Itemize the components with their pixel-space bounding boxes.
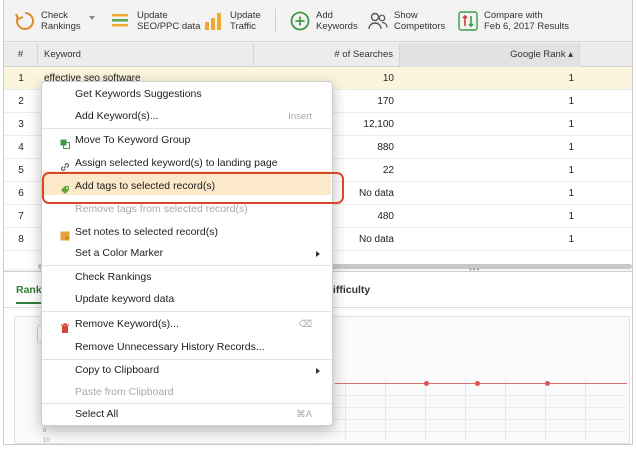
shortcut-label: Insert bbox=[288, 111, 312, 122]
toolbar-divider bbox=[275, 9, 276, 33]
column-header-keyword[interactable]: Keyword bbox=[38, 43, 254, 67]
rank-cell: 1 bbox=[568, 188, 574, 199]
menu-separator bbox=[42, 128, 332, 129]
menu-item-label: Remove Unnecessary History Records... bbox=[75, 341, 265, 353]
grid-line bbox=[505, 379, 506, 441]
row-number: 7 bbox=[18, 211, 24, 222]
compare-results-button[interactable]: Compare with Feb 6, 2017 Results bbox=[457, 7, 569, 35]
grid-line bbox=[57, 431, 627, 432]
update-traffic-button[interactable]: Update Traffic bbox=[203, 7, 261, 35]
rank-cell: 1 bbox=[568, 73, 574, 84]
plus-circle-icon bbox=[289, 10, 311, 32]
note-icon bbox=[60, 228, 70, 241]
compare-arrows-icon bbox=[457, 10, 479, 32]
context-menu: Get Keywords Suggestions Add Keyword(s).… bbox=[41, 81, 333, 426]
menu-item-assign-landing-page[interactable]: Assign selected keyword(s) to landing pa… bbox=[42, 153, 332, 174]
rank-data-point[interactable] bbox=[545, 381, 550, 386]
row-number: 1 bbox=[18, 73, 24, 84]
y-tick-label: 8 bbox=[43, 428, 47, 434]
menu-item-label: Set notes to selected record(s) bbox=[75, 226, 218, 238]
menu-item-update-keyword-data[interactable]: Update keyword data bbox=[42, 289, 332, 310]
submenu-arrow-icon bbox=[316, 368, 320, 374]
menu-item-check-rankings[interactable]: Check Rankings bbox=[42, 267, 332, 288]
rank-cell: 1 bbox=[568, 165, 574, 176]
link-icon bbox=[60, 159, 70, 171]
menu-item-label: Paste from Clipboard bbox=[75, 386, 174, 398]
update-seo-ppc-button[interactable]: Update SEO/PPC data bbox=[110, 7, 200, 35]
check-rankings-button[interactable]: Check Rankings bbox=[14, 7, 81, 35]
add-keywords-label: Add Keywords bbox=[316, 10, 358, 32]
update-traffic-label: Update Traffic bbox=[230, 10, 261, 32]
rank-cell: 1 bbox=[568, 211, 574, 222]
row-number: 4 bbox=[18, 142, 24, 153]
rank-data-point[interactable] bbox=[424, 381, 429, 386]
menu-item-label: Get Keywords Suggestions bbox=[75, 88, 202, 100]
move-group-icon bbox=[60, 136, 70, 149]
update-seo-ppc-label: Update SEO/PPC data bbox=[137, 10, 201, 32]
trash-icon bbox=[60, 320, 70, 333]
grid-line bbox=[425, 379, 426, 441]
menu-item-label: Assign selected keyword(s) to landing pa… bbox=[75, 157, 278, 169]
menu-item-remove-history[interactable]: Remove Unnecessary History Records... bbox=[42, 337, 332, 358]
rank-cell: 1 bbox=[568, 96, 574, 107]
y-tick-label: 10 bbox=[43, 438, 50, 444]
menu-item-select-all[interactable]: Select All ⌘A bbox=[42, 404, 332, 425]
menu-item-label: Add Keyword(s)... bbox=[75, 110, 159, 122]
show-competitors-label: Show Competitors bbox=[394, 10, 446, 32]
menu-item-paste-from-clipboard[interactable]: Paste from Clipboard bbox=[42, 382, 332, 403]
menu-item-move-to-keyword-group[interactable]: Move To Keyword Group bbox=[42, 130, 332, 151]
row-number: 2 bbox=[18, 96, 24, 107]
menu-item-set-color-marker[interactable]: Set a Color Marker bbox=[42, 243, 332, 264]
grid-line bbox=[585, 379, 586, 441]
rank-data-point[interactable] bbox=[475, 381, 480, 386]
menu-item-label: Move To Keyword Group bbox=[75, 134, 191, 146]
shortcut-label: ⌘A bbox=[296, 409, 312, 420]
menu-item-label: Remove tags from selected record(s) bbox=[75, 203, 248, 215]
menu-item-label: Select All bbox=[75, 408, 119, 420]
chevron-down-icon[interactable] bbox=[89, 16, 95, 20]
menu-item-label: Check Rankings bbox=[75, 271, 152, 283]
row-number: 8 bbox=[18, 234, 24, 245]
row-number: 6 bbox=[18, 188, 24, 199]
menu-item-label: Set a Color Marker bbox=[75, 247, 164, 259]
row-number: 3 bbox=[18, 119, 24, 130]
menu-item-set-notes[interactable]: Set notes to selected record(s) bbox=[42, 222, 332, 243]
grid-line bbox=[385, 379, 386, 441]
menu-item-label: Copy to Clipboard bbox=[75, 364, 160, 376]
row-number: 5 bbox=[18, 165, 24, 176]
submenu-arrow-icon bbox=[316, 251, 320, 257]
table-header: # Keyword # of Searches Google Rank ▴ bbox=[4, 43, 632, 67]
check-rankings-label: Check Rankings bbox=[41, 10, 81, 32]
highlight-callout bbox=[42, 172, 344, 204]
bars-icon bbox=[110, 10, 132, 32]
toolbar: Check Rankings Update SEO/PPC data Updat… bbox=[4, 0, 632, 42]
traffic-chart-icon bbox=[203, 10, 225, 32]
grid-line bbox=[345, 379, 346, 441]
column-header-searches[interactable]: # of Searches bbox=[254, 43, 400, 67]
shortcut-label: ⌫ bbox=[298, 319, 312, 330]
users-icon bbox=[367, 10, 389, 32]
grid-line bbox=[545, 379, 546, 441]
column-header-num[interactable]: # bbox=[4, 43, 38, 67]
rank-cell: 1 bbox=[568, 142, 574, 153]
show-competitors-button[interactable]: Show Competitors bbox=[367, 7, 445, 35]
rank-cell: 1 bbox=[568, 119, 574, 130]
compare-results-label: Compare with Feb 6, 2017 Results bbox=[484, 10, 570, 32]
column-header-google-rank[interactable]: Google Rank ▴ bbox=[400, 43, 580, 67]
menu-item-label: Update keyword data bbox=[75, 293, 175, 305]
menu-item-add-keywords[interactable]: Add Keyword(s)... Insert bbox=[42, 106, 332, 127]
menu-item-remove-keywords[interactable]: Remove Keyword(s)... ⌫ bbox=[42, 314, 332, 335]
menu-separator bbox=[42, 265, 332, 266]
menu-item-copy-to-clipboard[interactable]: Copy to Clipboard bbox=[42, 360, 332, 381]
rank-cell: 1 bbox=[568, 234, 574, 245]
add-keywords-button[interactable]: Add Keywords bbox=[289, 7, 358, 35]
menu-separator bbox=[42, 311, 332, 312]
rank-series-line bbox=[335, 383, 627, 384]
grid-line bbox=[465, 379, 466, 441]
menu-item-get-keyword-suggestions[interactable]: Get Keywords Suggestions bbox=[42, 84, 332, 105]
refresh-icon bbox=[14, 10, 36, 32]
menu-item-label: Remove Keyword(s)... bbox=[75, 318, 179, 330]
